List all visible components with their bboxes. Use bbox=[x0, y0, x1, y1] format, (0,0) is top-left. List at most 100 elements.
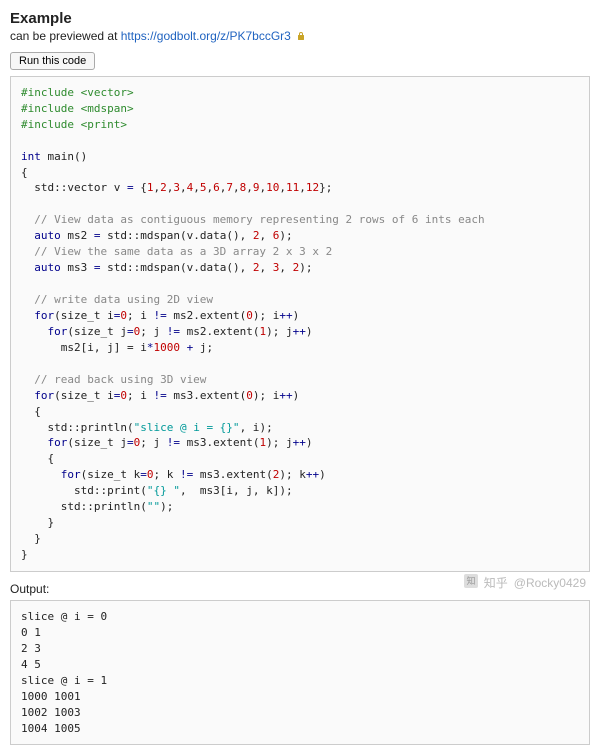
num: 0 bbox=[120, 309, 127, 322]
code-text: :: bbox=[54, 181, 67, 194]
semi: ; bbox=[286, 484, 293, 497]
kw-int: int bbox=[21, 150, 41, 163]
num: 3 bbox=[173, 181, 180, 194]
paren: ) bbox=[266, 436, 273, 449]
code-text: , bbox=[279, 261, 292, 274]
string: "" bbox=[147, 500, 160, 513]
kw-for: for bbox=[34, 309, 54, 322]
op: != bbox=[167, 436, 180, 449]
paren: ( bbox=[226, 229, 233, 242]
semi: ; bbox=[306, 261, 313, 274]
num: 2 bbox=[253, 229, 260, 242]
paren: ) bbox=[160, 500, 167, 513]
num: 6 bbox=[213, 181, 220, 194]
semi: ; bbox=[127, 309, 134, 322]
kw-for: for bbox=[48, 325, 68, 338]
kw-for: for bbox=[61, 468, 81, 481]
kw-for: for bbox=[34, 389, 54, 402]
code-text: i bbox=[134, 389, 154, 402]
brace: }; bbox=[319, 181, 332, 194]
code-text: mdspan bbox=[140, 261, 180, 274]
semi: ; bbox=[206, 341, 213, 354]
code-text: size_t i bbox=[61, 389, 114, 402]
paren: ) bbox=[233, 229, 240, 242]
comma: , bbox=[180, 181, 187, 194]
code-text: ms3 bbox=[61, 261, 94, 274]
paren: ( bbox=[180, 229, 187, 242]
num: 7 bbox=[226, 181, 233, 194]
num: 2 bbox=[160, 181, 167, 194]
code-text: size_t k bbox=[87, 468, 140, 481]
paren: ( bbox=[54, 389, 61, 402]
kw-auto: auto bbox=[34, 229, 61, 242]
code-text: :: bbox=[81, 500, 94, 513]
paren: ) bbox=[306, 325, 313, 338]
code-text: mdspan bbox=[140, 229, 180, 242]
preview-prefix: can be previewed at bbox=[10, 29, 121, 43]
code-text: i bbox=[266, 309, 279, 322]
brace: { bbox=[34, 405, 41, 418]
semi: ; bbox=[266, 421, 273, 434]
code-text: std bbox=[21, 181, 54, 194]
op: != bbox=[153, 309, 166, 322]
semi: ; bbox=[286, 468, 293, 481]
code-text: println bbox=[94, 500, 140, 513]
code-text: ms2.extent bbox=[180, 325, 253, 338]
num: 0 bbox=[246, 389, 253, 402]
semi: ; bbox=[167, 500, 174, 513]
comment: // View data as contiguous memory repres… bbox=[21, 213, 485, 226]
code-text: ms3 bbox=[200, 484, 220, 497]
code-text: ms3.extent bbox=[167, 389, 240, 402]
op: ++ bbox=[306, 468, 319, 481]
include-line: #include <mdspan> bbox=[21, 102, 134, 115]
code-text: , bbox=[240, 261, 253, 274]
paren: ) bbox=[279, 468, 286, 481]
svg-text:知: 知 bbox=[466, 575, 475, 586]
kw-for: for bbox=[48, 436, 68, 449]
brace: { bbox=[134, 181, 147, 194]
code-text: std bbox=[101, 229, 128, 242]
code-text: ms2.extent bbox=[167, 309, 240, 322]
preview-link[interactable]: https://godbolt.org/z/PK7bccGr3 bbox=[121, 29, 291, 43]
paren: ( bbox=[180, 261, 187, 274]
paren: ( bbox=[127, 421, 134, 434]
code-text: i, j, k bbox=[226, 484, 272, 497]
code-text: ms2 bbox=[21, 341, 81, 354]
num: 2 bbox=[253, 261, 260, 274]
brace: } bbox=[48, 516, 55, 529]
num: 0 bbox=[246, 309, 253, 322]
semi: ; bbox=[286, 229, 293, 242]
op: = bbox=[94, 229, 101, 242]
code-text: v.data bbox=[187, 261, 227, 274]
watermark-user: @Rocky0429 bbox=[514, 576, 586, 590]
paren: ( bbox=[140, 500, 147, 513]
code-block: #include <vector> #include <mdspan> #inc… bbox=[10, 76, 590, 572]
code-text: ms3.extent bbox=[193, 468, 266, 481]
code-text: v.data bbox=[187, 229, 227, 242]
paren: ( bbox=[74, 150, 81, 163]
include-line: #include <print> bbox=[21, 118, 127, 131]
num: 1000 bbox=[153, 341, 180, 354]
example-title: Example bbox=[10, 10, 590, 27]
output-block: slice @ i = 0 0 1 2 3 4 5 slice @ i = 1 … bbox=[10, 600, 590, 746]
brace: { bbox=[21, 166, 28, 179]
code-text: vector v bbox=[67, 181, 127, 194]
lock-icon bbox=[296, 30, 306, 44]
code-text: , i bbox=[240, 421, 260, 434]
code-text: i bbox=[266, 389, 279, 402]
comment: // write data using 2D view bbox=[21, 293, 213, 306]
paren: ) bbox=[266, 325, 273, 338]
paren: ( bbox=[67, 436, 74, 449]
preview-line: can be previewed at https://godbolt.org/… bbox=[10, 29, 590, 44]
comma: , bbox=[193, 181, 200, 194]
paren: ( bbox=[266, 468, 273, 481]
comma: , bbox=[246, 181, 253, 194]
paren: ( bbox=[67, 325, 74, 338]
code-text: , bbox=[240, 229, 253, 242]
run-code-button[interactable]: Run this code bbox=[10, 52, 95, 70]
paren: ) bbox=[233, 261, 240, 274]
op: = bbox=[140, 468, 147, 481]
op: != bbox=[167, 325, 180, 338]
semi: ; bbox=[153, 468, 160, 481]
op: != bbox=[153, 389, 166, 402]
